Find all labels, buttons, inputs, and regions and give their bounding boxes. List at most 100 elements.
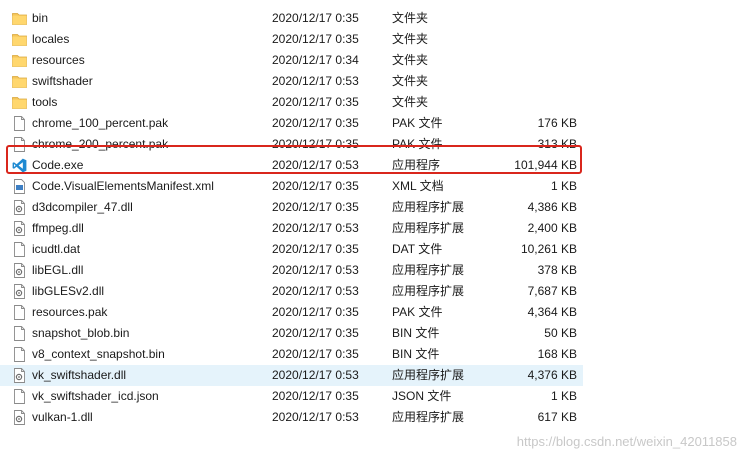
file-size: 4,386 KB (527, 200, 577, 214)
file-icon (12, 389, 27, 404)
file-row[interactable]: snapshot_blob.bin 2020/12/17 0:35 BIN 文件 50… (0, 323, 743, 344)
folder-icon (12, 95, 27, 110)
file-name: chrome_100_percent.pak (32, 116, 169, 130)
file-name: vk_swiftshader_icd.json (32, 389, 159, 403)
file-type: 文件夹 (392, 11, 429, 25)
file-date-modified: 2020/12/17 0:35 (272, 11, 359, 25)
file-row[interactable]: vk_swiftshader_icd.json 2020/12/17 0:35 JS… (0, 386, 743, 407)
file-type: 文件夹 (392, 32, 429, 46)
file-date-modified: 2020/12/17 0:35 (272, 305, 359, 319)
dll-icon (12, 221, 27, 236)
file-name: ffmpeg.dll (32, 221, 84, 235)
file-row[interactable]: libEGL.dll 2020/12/17 0:53 应用程序扩展 378 KB (0, 260, 743, 281)
file-type: 应用程序扩展 (392, 410, 465, 424)
file-type: DAT 文件 (392, 242, 443, 256)
file-row[interactable]: resources.pak 2020/12/17 0:35 PAK 文件 4,364 … (0, 302, 743, 323)
file-icon (12, 305, 27, 320)
file-name: Code.VisualElementsManifest.xml (32, 179, 214, 193)
watermark: https://blog.csdn.net/weixin_42011858 (516, 434, 737, 449)
file-size: 4,376 KB (527, 368, 577, 382)
file-size: 7,687 KB (527, 284, 577, 298)
file-name: resources.pak (32, 305, 108, 319)
file-type: JSON 文件 (392, 389, 452, 403)
file-icon (12, 242, 27, 257)
dll-icon (12, 368, 27, 383)
dll-icon (12, 284, 27, 299)
file-row[interactable]: chrome_100_percent.pak 2020/12/17 0:35 PAK… (0, 113, 743, 134)
file-date-modified: 2020/12/17 0:35 (272, 200, 359, 214)
file-type: 文件夹 (392, 74, 429, 88)
file-row[interactable]: ffmpeg.dll 2020/12/17 0:53 应用程序扩展 2,400 KB (0, 218, 743, 239)
file-name: d3dcompiler_47.dll (32, 200, 133, 214)
dll-icon (12, 410, 27, 425)
file-date-modified: 2020/12/17 0:53 (272, 263, 359, 277)
folder-icon (12, 53, 27, 68)
file-date-modified: 2020/12/17 0:35 (272, 32, 359, 46)
xml-icon (12, 179, 27, 194)
file-size: 10,261 KB (520, 242, 577, 256)
file-type: PAK 文件 (392, 116, 443, 130)
file-date-modified: 2020/12/17 0:35 (272, 326, 359, 340)
file-name: swiftshader (32, 74, 93, 88)
file-date-modified: 2020/12/17 0:35 (272, 389, 359, 403)
file-date-modified: 2020/12/17 0:53 (272, 221, 359, 235)
file-type: XML 文档 (392, 179, 444, 193)
file-type: 应用程序扩展 (392, 284, 465, 298)
file-size: 1 KB (550, 389, 577, 403)
file-date-modified: 2020/12/17 0:53 (272, 284, 359, 298)
file-date-modified: 2020/12/17 0:53 (272, 74, 359, 88)
file-date-modified: 2020/12/17 0:53 (272, 410, 359, 424)
file-row[interactable]: vulkan-1.dll 2020/12/17 0:53 应用程序扩展 617 KB (0, 407, 743, 428)
file-row[interactable]: tools 2020/12/17 0:35 文件夹 (0, 92, 743, 113)
file-date-modified: 2020/12/17 0:35 (272, 347, 359, 361)
file-size: 378 KB (537, 263, 577, 277)
file-date-modified: 2020/12/17 0:35 (272, 116, 359, 130)
file-type: BIN 文件 (392, 326, 440, 340)
file-type: 应用程序扩展 (392, 263, 465, 277)
folder-icon (12, 11, 27, 26)
file-name: v8_context_snapshot.bin (32, 347, 165, 361)
file-size: 50 KB (544, 326, 577, 340)
file-icon (12, 326, 27, 341)
file-name: locales (32, 32, 70, 46)
file-icon (12, 116, 27, 131)
dll-icon (12, 200, 27, 215)
file-row[interactable]: locales 2020/12/17 0:35 文件夹 (0, 29, 743, 50)
folder-icon (12, 32, 27, 47)
file-row[interactable]: Code.VisualElementsManifest.xml 2020/12/1… (0, 176, 743, 197)
file-size: 2,400 KB (527, 221, 577, 235)
file-row[interactable]: vk_swiftshader.dll 2020/12/17 0:53 应用程序扩展 4… (0, 365, 583, 386)
file-type: 应用程序扩展 (392, 221, 465, 235)
file-name: snapshot_blob.bin (32, 326, 130, 340)
dll-icon (12, 263, 27, 278)
file-row[interactable]: v8_context_snapshot.bin 2020/12/17 0:35 BI… (0, 344, 743, 365)
file-list: bin 2020/12/17 0:35 文件夹 locales 2020/12/17 0… (0, 8, 743, 428)
file-row[interactable]: libGLESv2.dll 2020/12/17 0:53 应用程序扩展 7,687 … (0, 281, 743, 302)
file-type: PAK 文件 (392, 305, 443, 319)
file-date-modified: 2020/12/17 0:35 (272, 95, 359, 109)
file-icon (12, 347, 27, 362)
file-name: icudtl.dat (32, 242, 81, 256)
file-date-modified: 2020/12/17 0:35 (272, 179, 359, 193)
file-name: resources (32, 53, 85, 67)
file-row[interactable]: swiftshader 2020/12/17 0:53 文件夹 (0, 71, 743, 92)
file-row[interactable]: d3dcompiler_47.dll 2020/12/17 0:35 应用程序扩展 4… (0, 197, 743, 218)
file-name: libEGL.dll (32, 263, 84, 277)
file-type: 文件夹 (392, 53, 429, 67)
file-row[interactable]: bin 2020/12/17 0:35 文件夹 (0, 8, 743, 29)
file-size: 176 KB (537, 116, 577, 130)
file-size: 168 KB (537, 347, 577, 361)
file-row[interactable]: icudtl.dat 2020/12/17 0:35 DAT 文件 10,261 KB (0, 239, 743, 260)
file-row[interactable]: resources 2020/12/17 0:34 文件夹 (0, 50, 743, 71)
file-type: 应用程序扩展 (392, 368, 465, 382)
file-name: vulkan-1.dll (32, 410, 93, 424)
file-type: BIN 文件 (392, 347, 440, 361)
file-type: 文件夹 (392, 95, 429, 109)
file-size: 4,364 KB (527, 305, 577, 319)
file-date-modified: 2020/12/17 0:34 (272, 53, 359, 67)
file-name: bin (32, 11, 49, 25)
file-size: 617 KB (537, 410, 577, 424)
file-size: 1 KB (550, 179, 577, 193)
file-date-modified: 2020/12/17 0:35 (272, 242, 359, 256)
file-name: vk_swiftshader.dll (32, 368, 127, 382)
